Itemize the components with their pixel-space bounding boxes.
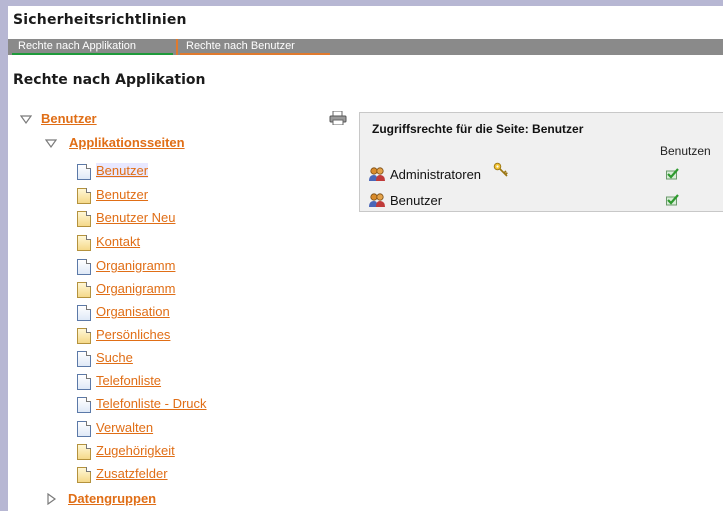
blue-page-icon bbox=[77, 259, 91, 275]
key-icon bbox=[493, 162, 508, 177]
yellow-page-icon bbox=[77, 211, 91, 227]
yellow-page-icon bbox=[77, 235, 91, 251]
blue-page-icon bbox=[77, 164, 91, 180]
page-link[interactable]: Organigramm bbox=[96, 281, 175, 296]
blue-page-icon bbox=[77, 374, 91, 390]
window-frame-left bbox=[0, 0, 8, 511]
blue-page-icon bbox=[77, 421, 91, 437]
page-link[interactable]: Organigramm bbox=[96, 258, 175, 273]
page-link[interactable]: Benutzer bbox=[96, 187, 148, 202]
permissions-panel: Zugriffsrechte für die Seite: Benutzer B… bbox=[359, 112, 723, 212]
printer-icon[interactable] bbox=[329, 111, 347, 125]
page-link[interactable]: Benutzer bbox=[96, 163, 149, 178]
yellow-page-icon bbox=[77, 328, 91, 344]
page-link[interactable]: Telefonliste - Druck bbox=[96, 396, 207, 411]
page-link[interactable]: Suche bbox=[96, 350, 133, 365]
yellow-page-icon bbox=[77, 188, 91, 204]
permission-group-label: Benutzer bbox=[390, 193, 443, 208]
user-group-icon bbox=[369, 193, 385, 207]
page-link[interactable]: Zusatzfelder bbox=[96, 466, 168, 481]
permissions-title: Zugriffsrechte für die Seite: Benutzer bbox=[372, 122, 584, 136]
checkmark-icon bbox=[666, 194, 679, 206]
page-link[interactable]: Kontakt bbox=[96, 234, 140, 249]
checkmark-icon bbox=[666, 168, 679, 180]
expanded-caret-icon[interactable] bbox=[20, 115, 32, 125]
app-title: Sicherheitsrichtlinien bbox=[13, 12, 187, 28]
tree-collapsed-link[interactable]: Datengruppen bbox=[68, 491, 156, 506]
blue-page-icon bbox=[77, 305, 91, 321]
user-group-icon bbox=[369, 167, 385, 181]
permissions-column-header: Benutzen bbox=[660, 144, 711, 158]
tree-section-link[interactable]: Applikationsseiten bbox=[69, 135, 185, 150]
tab-rechte-nach-benutzer[interactable]: Rechte nach Benutzer bbox=[180, 39, 330, 55]
page-link[interactable]: Persönliches bbox=[96, 327, 170, 342]
page-link[interactable]: Telefonliste bbox=[96, 373, 161, 388]
page-link[interactable]: Benutzer Neu bbox=[96, 210, 176, 225]
page-title: Rechte nach Applikation bbox=[13, 72, 206, 88]
page-link[interactable]: Verwalten bbox=[96, 420, 153, 435]
tree-root-link[interactable]: Benutzer bbox=[41, 111, 97, 126]
tab-separator bbox=[176, 39, 178, 55]
yellow-page-icon bbox=[77, 444, 91, 460]
expanded-caret-icon[interactable] bbox=[45, 139, 57, 149]
page-link[interactable]: Zugehörigkeit bbox=[96, 443, 175, 458]
page-link[interactable]: Organisation bbox=[96, 304, 170, 319]
tab-bar: Rechte nach Applikation Rechte nach Benu… bbox=[8, 39, 723, 55]
yellow-page-icon bbox=[77, 282, 91, 298]
collapsed-caret-icon[interactable] bbox=[47, 493, 57, 505]
tab-rechte-nach-applikation[interactable]: Rechte nach Applikation bbox=[12, 39, 173, 55]
blue-page-icon bbox=[77, 397, 91, 413]
window-frame-top bbox=[0, 0, 723, 6]
permission-group-label: Administratoren bbox=[390, 167, 482, 182]
blue-page-icon bbox=[77, 351, 91, 367]
yellow-page-icon bbox=[77, 467, 91, 483]
